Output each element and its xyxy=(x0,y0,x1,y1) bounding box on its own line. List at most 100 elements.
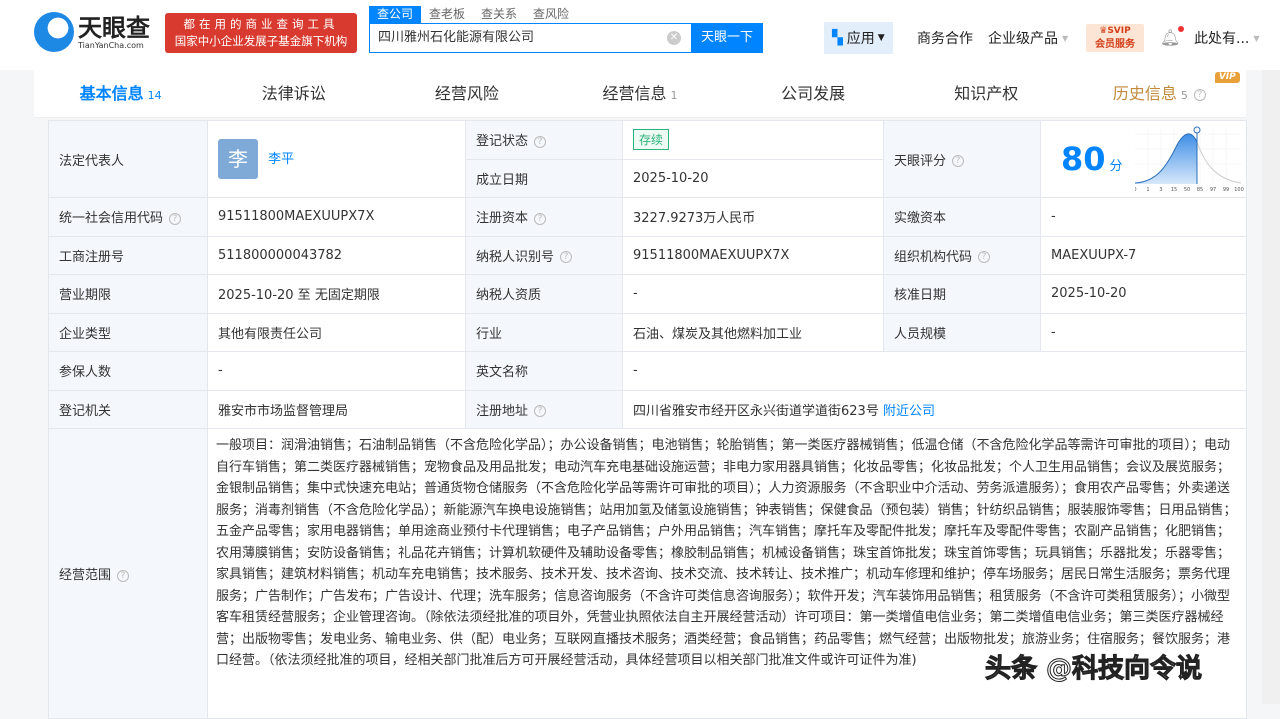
reg-capital-label: 注册资本? xyxy=(465,197,623,237)
reg-capital-value: 3227.9273万人民币 xyxy=(622,197,884,237)
score-label: 天眼评分? xyxy=(883,120,1041,198)
taxpayer-id-value: 91511800MAEXUUPX7X xyxy=(622,235,884,275)
svip-label: ♛SVIP xyxy=(1099,26,1131,36)
tab-basic-info[interactable]: 基本信息 14 xyxy=(34,70,208,117)
score-tick: 50 xyxy=(1183,187,1189,193)
nearby-companies-link[interactable]: 附近公司 xyxy=(883,404,935,419)
legal-rep-label: 法定代表人 xyxy=(48,120,208,198)
caret-down-icon: ▼ xyxy=(877,33,885,43)
founded-value: 2025-10-20 xyxy=(622,158,884,198)
slogan-line-1: 都在用的商业查询工具 xyxy=(183,17,339,31)
english-name-label: 英文名称 xyxy=(465,351,623,391)
caret-down-icon: ▼ xyxy=(1253,33,1260,43)
score-tick: 100 xyxy=(1234,187,1244,193)
status-label: 登记状态? xyxy=(465,120,623,160)
credit-code-label: 统一社会信用代码? xyxy=(48,197,208,237)
paid-capital-value: - xyxy=(1040,197,1247,237)
scope-label: 经营范围? xyxy=(48,428,208,719)
business-cooperation-link[interactable]: 商务合作 xyxy=(917,22,973,54)
score-unit: 分 xyxy=(1109,158,1123,174)
credit-code-value: 91511800MAEXUUPX7X xyxy=(207,197,466,237)
search-tab-company[interactable]: 查公司 xyxy=(369,6,422,23)
tab-development[interactable]: 公司发展 xyxy=(727,70,900,117)
logo-domain: TianYanCha.com xyxy=(78,40,144,50)
tab-operating-info[interactable]: 经营信息 1 xyxy=(553,70,726,117)
org-code-value: MAEXUUPX-7 xyxy=(1040,235,1247,275)
tab-legal[interactable]: 法律诉讼 xyxy=(207,70,380,117)
help-icon[interactable]: ? xyxy=(560,251,573,264)
help-icon[interactable]: ? xyxy=(117,569,130,582)
caret-down-icon: ▼ xyxy=(1062,33,1069,43)
score-marker xyxy=(1193,126,1201,134)
score-tick: 1 xyxy=(1146,187,1149,193)
legal-rep-cell: 李 李平 xyxy=(207,120,466,198)
help-icon[interactable]: ? xyxy=(1193,88,1206,101)
address-label: 注册地址? xyxy=(465,389,623,429)
enterprise-products-menu[interactable]: 企业级产品 ▼ xyxy=(988,22,1068,54)
reg-no-label: 工商注册号 xyxy=(48,235,208,275)
staff-size-value: - xyxy=(1040,312,1247,352)
user-name: 此处有... xyxy=(1194,31,1250,47)
tab-history[interactable]: VIP 历史信息 5? xyxy=(1073,70,1246,117)
approval-date-label: 核准日期 xyxy=(883,274,1041,314)
approval-date-value: 2025-10-20 xyxy=(1040,274,1247,314)
industry-label: 行业 xyxy=(465,312,623,352)
industry-value: 石油、煤炭及其他燃料加工业 xyxy=(622,312,884,352)
apps-menu[interactable]: ▚ 应用 ▼ xyxy=(824,22,893,54)
svip-button[interactable]: ♛SVIP 会员服务 xyxy=(1086,24,1144,52)
help-icon[interactable]: ? xyxy=(534,135,547,148)
reg-no-value: 511800000043782 xyxy=(207,235,466,275)
help-icon[interactable]: ? xyxy=(952,155,965,167)
english-name-value: - xyxy=(622,351,1247,391)
score-tick: 3 xyxy=(1159,187,1162,193)
search-value: 四川雅州石化能源有限公司 xyxy=(378,30,535,45)
legal-rep-link[interactable]: 李平 xyxy=(268,152,294,167)
user-menu[interactable]: 此处有... ▼ xyxy=(1194,22,1260,54)
taxpayer-id-label: 纳税人识别号? xyxy=(465,235,623,275)
taxpayer-qualification-label: 纳税人资质 xyxy=(465,274,623,314)
tianyancha-logo[interactable]: 天眼查 TianYanCha.com xyxy=(34,12,150,52)
tab-count: 5 xyxy=(1180,89,1188,102)
address-value: 四川省雅安市经开区永兴街道学道街623号 xyxy=(633,403,879,419)
logo-name: 天眼查 xyxy=(78,13,150,42)
clear-icon[interactable]: ✕ xyxy=(667,31,681,45)
tab-ip[interactable]: 知识产权 xyxy=(900,70,1073,117)
staff-size-label: 人员规模 xyxy=(883,312,1041,352)
tab-operating-risk[interactable]: 经营风险 xyxy=(380,70,553,117)
score-cell[interactable]: 80分 0 1 3 15 50 85 97 99 100 xyxy=(1040,120,1247,198)
search-tab-boss[interactable]: 查老板 xyxy=(421,6,473,23)
help-icon[interactable]: ? xyxy=(978,251,991,264)
help-icon[interactable]: ? xyxy=(534,212,547,225)
search-tab-relation[interactable]: 查关系 xyxy=(473,6,525,23)
slogan-banner[interactable]: 都在用的商业查询工具 国家中小企业发展子基金旗下机构 xyxy=(165,13,357,53)
svip-sub: 会员服务 xyxy=(1095,39,1135,50)
help-icon[interactable]: ? xyxy=(169,212,182,225)
grid-icon: ▚ xyxy=(832,30,843,46)
search-input[interactable]: 四川雅州石化能源有限公司 ✕ xyxy=(369,23,691,53)
org-code-label: 组织机构代码? xyxy=(883,235,1041,275)
apps-label: 应用 xyxy=(846,31,875,47)
score-tick: 99 xyxy=(1222,187,1228,193)
paid-capital-label: 实缴资本 xyxy=(883,197,1041,237)
search-tab-risk[interactable]: 查风险 xyxy=(525,6,577,23)
search-button[interactable]: 天眼一下 xyxy=(691,23,763,53)
score-tick: 15 xyxy=(1170,187,1176,193)
scrollbar[interactable] xyxy=(1262,70,1280,704)
company-type-value: 其他有限责任公司 xyxy=(207,312,466,352)
score-tick: 0 xyxy=(1135,187,1137,193)
status-badge: 存续 xyxy=(633,129,670,151)
watermark: 头条 @科技向令说 xyxy=(984,654,1203,685)
score-value: 80 xyxy=(1061,140,1106,178)
basic-info-table: 法定代表人 李 李平 登记状态? 存续 天眼评分? 80分 0 1 3 15 50 85 9… xyxy=(48,120,1247,719)
score-curve-rest xyxy=(1196,141,1241,184)
bell-icon[interactable]: 🔔︎ xyxy=(1160,26,1185,47)
term-label: 营业期限 xyxy=(48,274,208,314)
insured-value: - xyxy=(207,351,466,391)
score-tick: 97 xyxy=(1209,187,1215,193)
company-type-label: 企业类型 xyxy=(48,312,208,352)
avatar[interactable]: 李 xyxy=(218,139,258,179)
help-icon[interactable]: ? xyxy=(534,405,547,418)
score-area xyxy=(1134,133,1197,184)
status-cell: 存续 xyxy=(622,120,884,160)
slogan-line-2: 国家中小企业发展子基金旗下机构 xyxy=(174,34,348,48)
